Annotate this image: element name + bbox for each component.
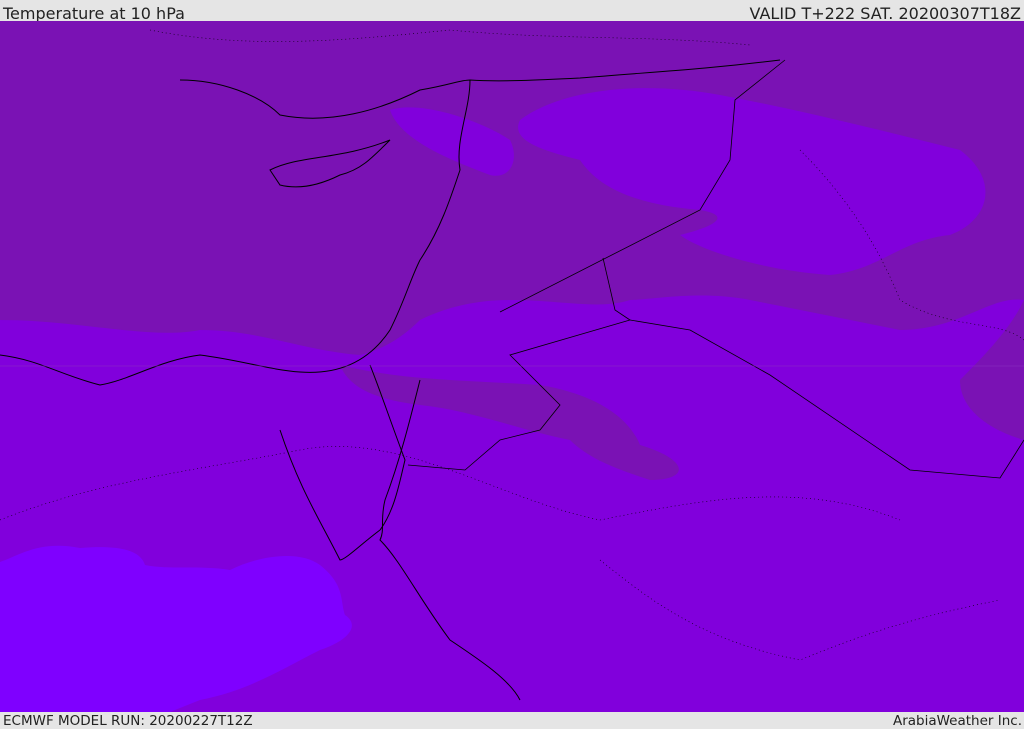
header-bar: Temperature at 10 hPa VALID T+222 SAT. 2…: [0, 0, 1024, 23]
temperature-map: [0, 21, 1024, 712]
credit: ArabiaWeather Inc.: [892, 713, 1022, 729]
model-run: ECMWF MODEL RUN: 20200227T12Z: [3, 713, 253, 729]
footer-bar: ECMWF MODEL RUN: 20200227T12Z ArabiaWeat…: [0, 712, 1024, 729]
